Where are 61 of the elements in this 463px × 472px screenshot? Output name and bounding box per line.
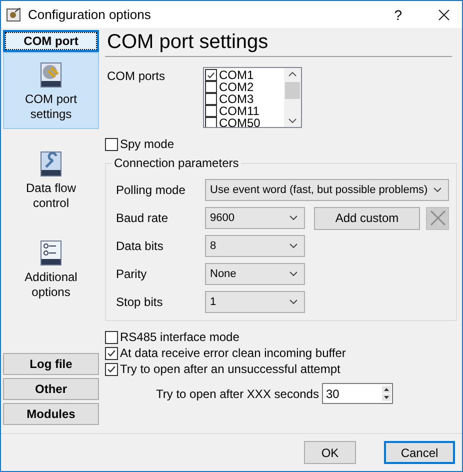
checkbox[interactable] <box>205 69 217 81</box>
checkbox[interactable] <box>205 105 217 117</box>
app-icon <box>6 6 22 22</box>
checkbox-label: Spy mode <box>120 137 174 151</box>
checkbox[interactable] <box>105 346 118 360</box>
list-item[interactable]: COM50 <box>219 117 260 127</box>
section-header[interactable]: Log file <box>3 353 99 375</box>
group-title: Connection parameters <box>113 156 240 170</box>
field-label: Data bits <box>116 239 164 253</box>
scroll-down-icon[interactable] <box>288 118 297 124</box>
list-item[interactable]: COM1 <box>219 69 254 81</box>
window-title: Configuration options <box>28 7 152 22</box>
field-label: Baud rate <box>116 211 170 225</box>
field-label: Parity <box>116 267 148 281</box>
section-header[interactable]: COM port <box>3 30 99 52</box>
number-field[interactable]: 30 <box>322 383 393 404</box>
chevron-down-icon <box>289 299 298 305</box>
checkbox[interactable] <box>105 362 118 376</box>
field-label: COM ports <box>107 68 166 85</box>
checkbox[interactable] <box>205 93 217 105</box>
help-button[interactable]: ? <box>394 6 402 22</box>
scrollbar[interactable] <box>284 68 301 127</box>
checkbox-label: At data receive error clean incoming buffer <box>120 346 346 360</box>
sidebar-item[interactable]: Additional options <box>3 230 99 307</box>
wrench-icon <box>38 151 64 177</box>
list-item[interactable]: COM11 <box>219 105 260 117</box>
dropdown[interactable]: Use event word (fast, but possible problems) <box>205 179 449 201</box>
spin-down-icon[interactable] <box>382 394 391 401</box>
cancel-button[interactable]: Cancel <box>384 441 455 464</box>
list-item[interactable]: COM3 <box>219 93 254 105</box>
add-custom-button[interactable]: Add custom <box>314 206 420 230</box>
port-list[interactable]: COM1 COM2 COM3 COM11 COM50 <box>203 67 302 128</box>
dropdown[interactable]: 9600 <box>205 207 305 229</box>
chevron-down-icon <box>289 215 298 221</box>
dropdown[interactable]: None <box>205 263 305 285</box>
dropdown[interactable]: 8 <box>205 235 305 257</box>
field-label: Stop bits <box>116 295 164 309</box>
checkbox[interactable] <box>205 81 217 93</box>
checkbox[interactable] <box>105 330 118 344</box>
chevron-down-icon <box>289 271 298 277</box>
ok-button[interactable]: OK <box>304 441 356 464</box>
checkbox[interactable] <box>205 117 217 127</box>
list-item[interactable]: COM2 <box>219 81 254 93</box>
section-heading: COM port settings <box>105 30 452 57</box>
plug-icon <box>38 62 64 88</box>
section-header[interactable]: Modules <box>3 403 99 425</box>
spin-up-icon[interactable] <box>382 386 391 393</box>
sidebar-item[interactable]: Data flow control <box>3 141 99 218</box>
checkbox-label: Try to open after an unsuccessful attempt <box>120 362 340 376</box>
sidebar-item[interactable]: COM port settings <box>3 52 99 129</box>
checkbox[interactable] <box>105 138 118 150</box>
dropdown[interactable]: 1 <box>205 291 305 313</box>
close-icon[interactable] <box>438 8 450 20</box>
option-list-icon <box>38 240 64 266</box>
field-label: Try to open after XXX seconds <box>156 386 319 400</box>
section-header[interactable]: Other <box>3 378 99 400</box>
chevron-down-icon <box>433 187 442 193</box>
checkbox-label: RS485 interface mode <box>120 330 240 344</box>
field-label: Polling mode <box>116 183 186 197</box>
scroll-up-icon[interactable] <box>288 71 297 77</box>
chevron-down-icon <box>289 243 298 249</box>
